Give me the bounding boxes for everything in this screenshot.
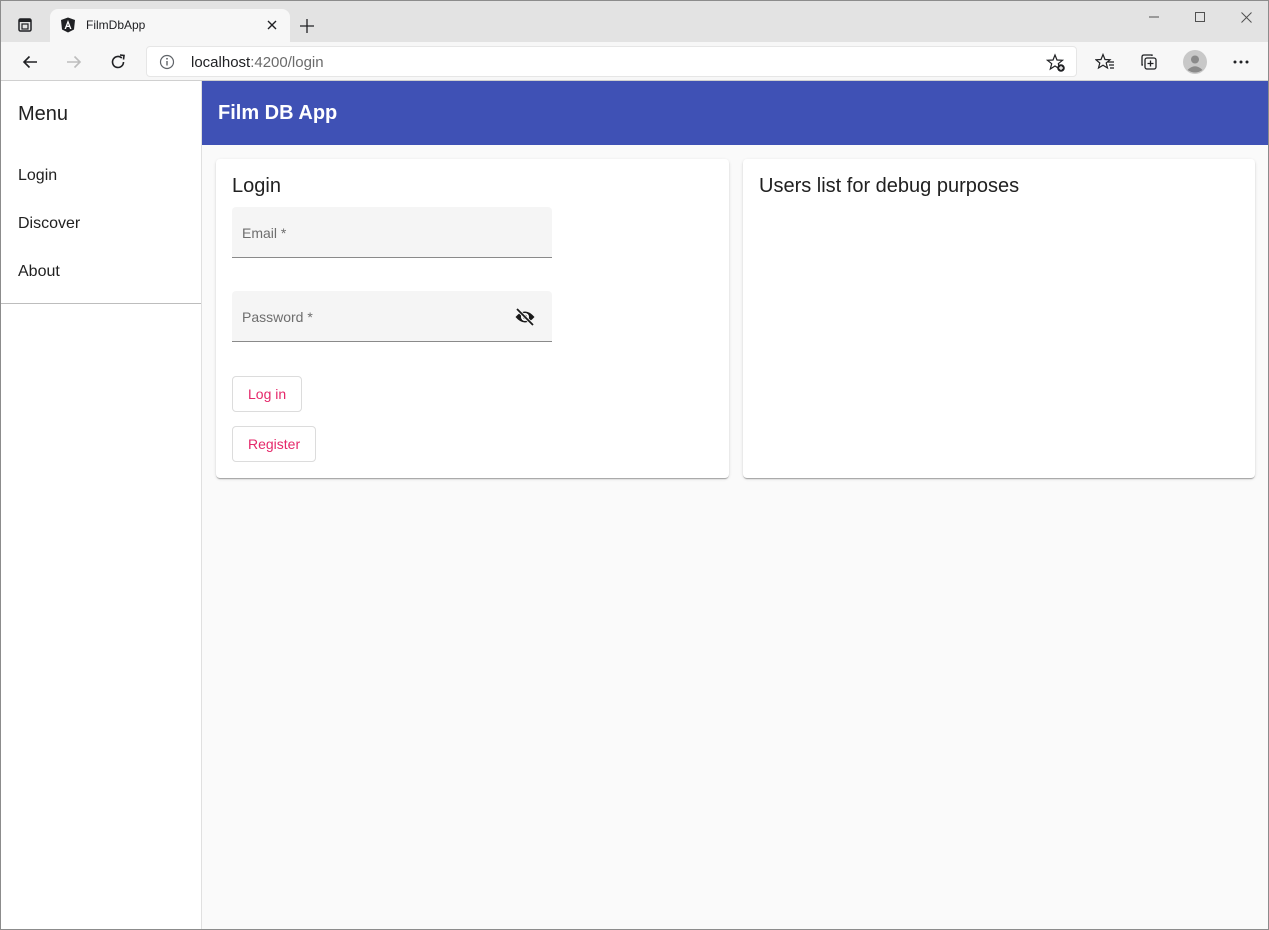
password-input[interactable] [232,291,552,341]
window-close-icon[interactable] [1223,4,1268,30]
users-card: Users list for debug purposes [743,159,1255,478]
angular-icon [60,17,76,33]
app-title: Film DB App [218,102,338,124]
url-text: localhost:4200/login [191,54,324,71]
password-field[interactable]: Password * [232,291,552,342]
tab-actions-icon[interactable] [11,13,39,37]
maximize-icon[interactable] [1177,4,1223,30]
close-icon[interactable] [262,15,282,35]
collections-icon[interactable] [1135,48,1163,76]
url-host: localhost [191,54,251,71]
refresh-icon[interactable] [104,48,132,76]
title-bar: FilmDbApp [1,1,1268,42]
login-title: Login [232,175,281,197]
nav-divider [1,303,201,304]
url-path: :4200/login [250,54,324,71]
star-add-icon[interactable] [1045,53,1066,73]
favorites-icon[interactable] [1091,48,1119,76]
email-input[interactable] [232,207,552,257]
nav-item-login[interactable]: Login [1,152,201,200]
nav-item-about[interactable]: About [1,248,201,296]
sidenav: Menu Login Discover About [1,81,202,929]
browser-toolbar: localhost:4200/login [1,42,1268,81]
arrow-left-icon[interactable] [16,48,44,76]
register-button[interactable]: Register [232,426,317,462]
login-card: Login Email * Password * Log in Register [216,159,729,478]
arrow-right-icon[interactable] [60,48,88,76]
browser-tab[interactable]: FilmDbApp [50,9,290,42]
visibility-off-icon[interactable] [514,307,536,327]
app-toolbar: Film DB App [202,81,1268,145]
menu-title: Menu [18,103,69,125]
profile-icon[interactable] [1181,48,1209,76]
nav-item-discover[interactable]: Discover [1,200,201,248]
login-button[interactable]: Log in [232,376,303,412]
more-icon[interactable] [1227,48,1255,76]
plus-icon[interactable] [295,14,319,38]
tab-title: FilmDbApp [86,18,146,32]
address-bar[interactable]: localhost:4200/login [146,46,1077,77]
email-field[interactable]: Email * [232,207,552,258]
info-icon[interactable] [159,54,175,70]
users-title: Users list for debug purposes [759,175,1020,197]
nav-list: Login Discover About [1,152,201,296]
minimize-icon[interactable] [1131,4,1177,30]
browser-window: FilmDbApp localhost:4200/login Menu Logi… [0,0,1269,930]
